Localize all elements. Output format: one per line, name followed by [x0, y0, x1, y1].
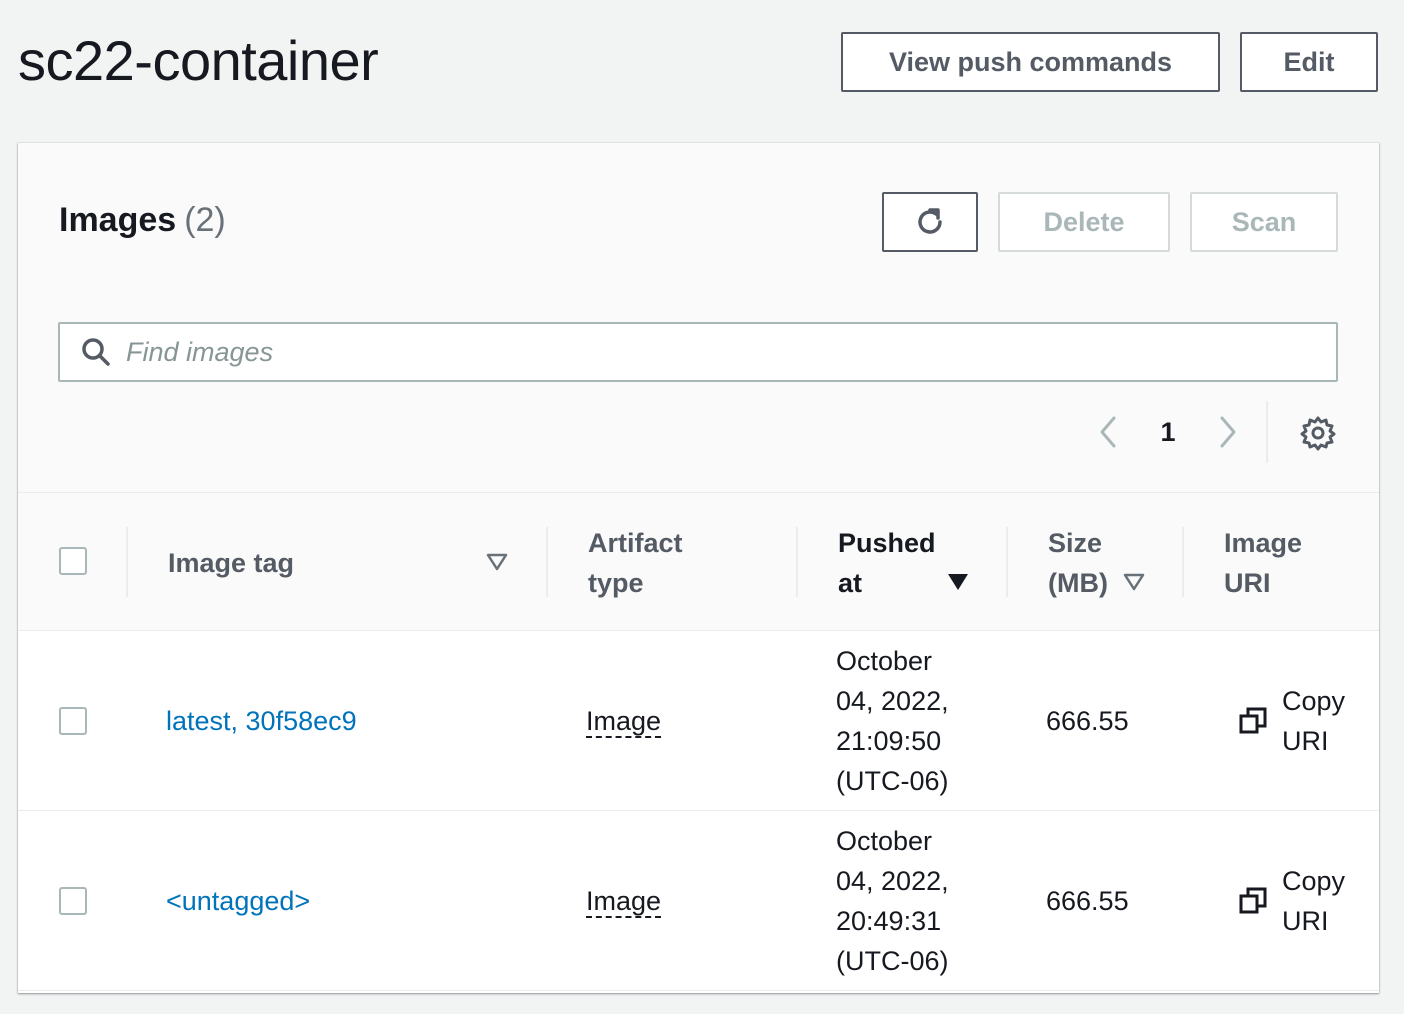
column-image-tag[interactable]: Image tag [168, 543, 294, 583]
column-artifact-type[interactable]: Artifact type [588, 523, 683, 603]
sort-icon[interactable] [1123, 573, 1145, 591]
current-page[interactable]: 1 [1128, 417, 1208, 448]
search-input[interactable] [126, 327, 1336, 377]
copy-uri-button[interactable]: Copy URI [1238, 861, 1352, 941]
artifact-type[interactable]: Image [586, 881, 662, 921]
next-page-button[interactable] [1208, 412, 1248, 452]
chevron-right-icon [1220, 416, 1236, 448]
column-image-uri-line2: URI [1224, 568, 1271, 598]
panel-header: Images(2) Delete Scan 1 [18, 143, 1379, 493]
sort-descending-icon[interactable] [947, 573, 969, 591]
row-checkbox[interactable] [59, 707, 87, 735]
column-size-line2: (MB) [1048, 568, 1108, 598]
copy-uri-line2: URI [1282, 906, 1329, 936]
sort-icon[interactable] [486, 553, 508, 571]
pagination-divider [1266, 401, 1268, 463]
gear-icon [1300, 416, 1336, 451]
refresh-button[interactable] [882, 192, 978, 252]
copy-icon [1239, 707, 1267, 734]
image-size: 666.55 [1046, 706, 1129, 736]
column-image-uri: Image URI [1224, 523, 1302, 603]
copy-uri-label: Copy URI [1282, 681, 1352, 761]
row-checkbox[interactable] [59, 887, 87, 915]
select-all-checkbox[interactable] [59, 547, 87, 575]
table-header: Image tag Artifact type Pushed at Size (… [18, 493, 1379, 631]
column-artifact-type-line2: type [588, 568, 644, 598]
copy-icon [1239, 887, 1267, 914]
pushed-at-line: October [836, 826, 933, 856]
search-box [58, 322, 1338, 382]
chevron-left-icon [1100, 416, 1116, 448]
column-pushed-at[interactable]: Pushed at [838, 523, 936, 603]
pushed-at-line: 04, 2022, [836, 686, 949, 716]
column-divider[interactable] [126, 527, 128, 597]
column-artifact-type-line1: Artifact [588, 528, 683, 558]
image-size: 666.55 [1046, 886, 1129, 916]
column-pushed-at-line1: Pushed [838, 528, 936, 558]
artifact-type[interactable]: Image [586, 701, 662, 741]
column-divider[interactable] [1006, 527, 1008, 597]
copy-uri-line1: Copy [1282, 686, 1346, 716]
copy-uri-button[interactable]: Copy URI [1238, 681, 1352, 761]
column-size-line1: Size [1048, 528, 1103, 558]
image-tag-link[interactable]: latest, 30f58ec9 [166, 701, 357, 741]
scan-button[interactable]: Scan [1190, 192, 1338, 252]
image-tag-link[interactable]: <untagged> [166, 881, 310, 921]
pushed-at-line: 20:49:31 [836, 906, 942, 936]
table-row: latest, 30f58ec9 Image October 04, 2022,… [18, 631, 1379, 811]
pagination: 1 [1088, 407, 1248, 457]
copy-uri-label: Copy URI [1282, 861, 1352, 941]
image-count: (2) [184, 201, 226, 239]
column-pushed-at-line2: at [838, 568, 863, 598]
artifact-type-label: Image [586, 706, 662, 738]
column-divider[interactable] [1182, 527, 1184, 597]
refresh-icon [918, 208, 942, 234]
copy-uri-line2: URI [1282, 726, 1329, 756]
column-image-uri-line1: Image [1224, 528, 1303, 558]
pushed-at: October 04, 2022, 21:09:50 (UTC-06) [836, 641, 949, 801]
table-row: <untagged> Image October 04, 2022, 20:49… [18, 811, 1379, 991]
search-icon [82, 338, 110, 366]
delete-button[interactable]: Delete [998, 192, 1170, 252]
pushed-at-line: 04, 2022, [836, 866, 949, 896]
column-divider[interactable] [796, 527, 798, 597]
page-title: sc22-container [18, 29, 379, 92]
pushed-at: October 04, 2022, 20:49:31 (UTC-06) [836, 821, 949, 981]
preferences-button[interactable] [1298, 413, 1338, 453]
pushed-at-line: (UTC-06) [836, 946, 949, 976]
pushed-at-line: (UTC-06) [836, 766, 949, 796]
pushed-at-line: October [836, 646, 933, 676]
view-push-commands-button[interactable]: View push commands [841, 32, 1220, 92]
images-panel: Images(2) Delete Scan 1 [18, 143, 1379, 993]
pushed-at-line: 21:09:50 [836, 726, 942, 756]
previous-page-button[interactable] [1088, 412, 1128, 452]
column-size[interactable]: Size (MB) [1048, 523, 1108, 603]
panel-title: Images (2) [59, 201, 226, 240]
copy-uri-line1: Copy [1282, 866, 1346, 896]
column-divider[interactable] [546, 527, 548, 597]
panel-title-label: Images [59, 201, 177, 239]
edit-button[interactable]: Edit [1240, 32, 1378, 92]
artifact-type-label: Image [586, 886, 662, 918]
